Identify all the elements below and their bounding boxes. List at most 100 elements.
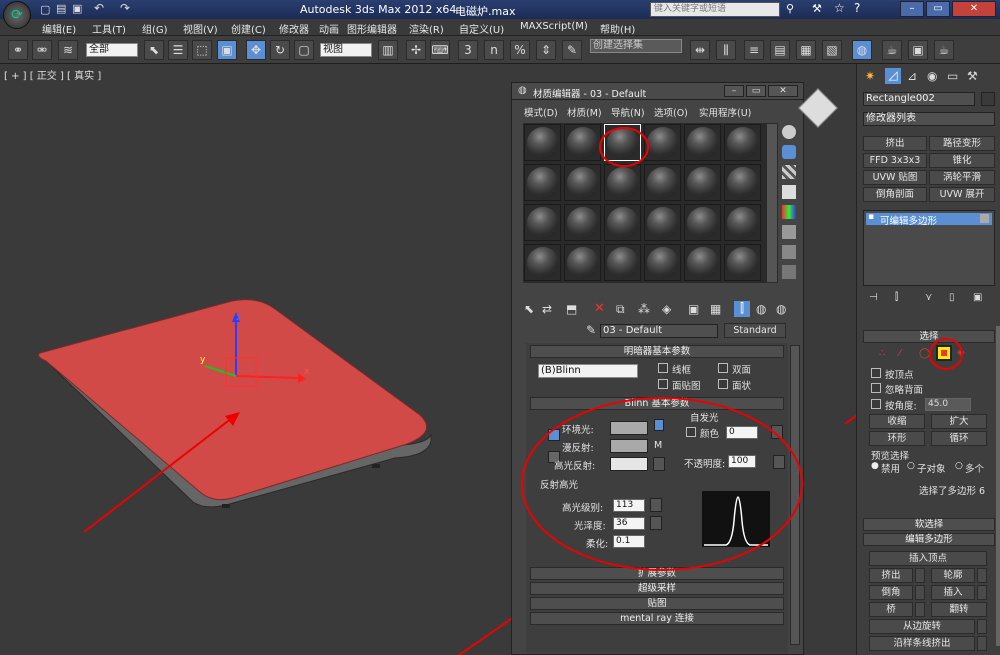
search-input[interactable]: 键入关键字或短语: [650, 2, 780, 17]
options-icon[interactable]: [782, 245, 796, 259]
by-angle-checkbox[interactable]: [871, 399, 881, 409]
undo-icon[interactable]: ↶: [94, 1, 104, 15]
ring-button[interactable]: 环形: [869, 431, 925, 446]
move-icon[interactable]: ✥: [246, 40, 266, 60]
put-to-library-icon[interactable]: ◈: [662, 302, 671, 316]
spinner-snap-icon[interactable]: ⇕: [536, 40, 556, 60]
insert-vertex-button[interactable]: 插入顶点: [869, 551, 987, 566]
sample-slot[interactable]: [644, 204, 681, 241]
sample-type-icon[interactable]: [782, 125, 796, 139]
sample-slot[interactable]: [724, 244, 761, 281]
quick-new-icon[interactable]: ▢: [40, 3, 50, 16]
preview-multi-radio[interactable]: ○: [955, 461, 963, 471]
modifier-uvw-map-button[interactable]: UVW 贴图: [863, 170, 927, 185]
remove-modifier-icon[interactable]: ▯: [949, 292, 955, 303]
modifier-bevel-profile-button[interactable]: 倒角剖面: [863, 187, 927, 202]
snap-toggle-icon[interactable]: 3: [458, 40, 478, 60]
preview-off-radio[interactable]: ●: [871, 461, 879, 471]
reset-map-icon[interactable]: ✕: [594, 301, 605, 316]
assign-to-selection-icon[interactable]: ⬒: [566, 302, 577, 316]
maps-rollout[interactable]: 贴图: [530, 597, 784, 610]
menu-edit[interactable]: 编辑(E): [42, 21, 76, 36]
link-icon[interactable]: ⚭: [8, 40, 28, 60]
selection-filter-dropdown[interactable]: 全部: [86, 43, 138, 57]
select-object-icon[interactable]: ⬉: [144, 40, 164, 60]
percent-snap-icon[interactable]: %: [510, 40, 530, 60]
sample-slot[interactable]: [604, 244, 641, 281]
render-production-icon[interactable]: ☕: [934, 40, 954, 60]
bind-spacewarp-icon[interactable]: ≋: [58, 40, 78, 60]
edit-named-sel-icon[interactable]: ✎: [562, 40, 582, 60]
sample-slot[interactable]: [724, 124, 761, 161]
rotate-icon[interactable]: ↻: [270, 40, 290, 60]
align-icon[interactable]: ⫼: [716, 40, 736, 60]
material-name-field[interactable]: 03 - Default: [600, 324, 718, 338]
extrude-along-spline-button[interactable]: 沿样条线挤出: [869, 636, 975, 651]
shader-type-dropdown[interactable]: (B)Blinn: [538, 364, 638, 378]
command-panel-scrollbar[interactable]: [996, 326, 1000, 646]
shrink-button[interactable]: 收缩: [869, 414, 925, 429]
face-map-checkbox[interactable]: [658, 379, 668, 389]
sample-slot[interactable]: [724, 164, 761, 201]
vertex-mode-icon[interactable]: ∴: [879, 348, 885, 359]
menu-views[interactable]: 视图(V): [183, 21, 218, 36]
material-editor-window[interactable]: ◍ 材质编辑器 - 03 - Default – ▭ ✕ 模式(D) 材质(M)…: [511, 82, 804, 655]
copy-material-icon[interactable]: ⧉: [616, 302, 625, 317]
sample-slot[interactable]: [684, 164, 721, 201]
select-by-name-icon[interactable]: ☰: [168, 40, 188, 60]
mental-ray-connection-rollout[interactable]: mental ray 连接: [530, 612, 784, 625]
menu-modifiers[interactable]: 修改器: [279, 21, 309, 36]
backlight-icon[interactable]: [782, 145, 796, 159]
hinge-from-edge-button[interactable]: 从边旋转: [869, 619, 975, 634]
object-name-field[interactable]: Rectangle002: [863, 92, 975, 106]
modifier-extrude-button[interactable]: 挤出: [863, 136, 927, 151]
help-icon[interactable]: ?: [854, 1, 860, 15]
faceted-checkbox[interactable]: [718, 379, 728, 389]
schematic-view-icon[interactable]: ▧: [822, 40, 842, 60]
me-menu-options[interactable]: 选项(O): [654, 105, 688, 119]
video-color-icon[interactable]: [782, 205, 796, 219]
sample-slot[interactable]: [724, 204, 761, 241]
inset-settings-button[interactable]: [977, 585, 987, 600]
unlink-icon[interactable]: ⚮: [32, 40, 52, 60]
pivot-icon[interactable]: ▥: [378, 40, 398, 60]
sample-slot[interactable]: [524, 204, 561, 241]
pick-material-icon[interactable]: ✎: [586, 323, 596, 337]
hinge-settings-button[interactable]: [977, 619, 987, 634]
binoculars-icon[interactable]: ⚲: [786, 2, 794, 15]
material-editor-icon[interactable]: ◍: [852, 40, 872, 60]
shader-basic-rollout[interactable]: 明暗器基本参数: [530, 345, 784, 358]
extrude-button[interactable]: 挤出: [869, 568, 913, 583]
preview-subobject-radio[interactable]: ○: [907, 461, 915, 471]
sample-slot[interactable]: [564, 244, 601, 281]
make-preview-icon[interactable]: [782, 225, 796, 239]
extrude-settings-button[interactable]: [915, 568, 925, 583]
put-to-scene-icon[interactable]: ⇄: [542, 302, 552, 316]
angle-snap-icon[interactable]: n: [484, 40, 504, 60]
redo-icon[interactable]: ↷: [120, 1, 130, 15]
inset-button[interactable]: 插入: [931, 585, 975, 600]
me-menu-navigation[interactable]: 导航(N): [611, 105, 645, 119]
extrude-spline-settings-button[interactable]: [977, 636, 987, 651]
modifier-path-deform-button[interactable]: 路径变形: [929, 136, 995, 151]
material-id-icon[interactable]: ▣: [688, 302, 699, 316]
sample-slot[interactable]: [684, 244, 721, 281]
scale-icon[interactable]: ▢: [294, 40, 314, 60]
stack-item-toggle[interactable]: [980, 214, 989, 223]
grow-button[interactable]: 扩大: [931, 414, 987, 429]
close-button[interactable]: ✕: [952, 1, 996, 17]
utilities-tab-icon[interactable]: ⚒: [967, 69, 978, 83]
modifier-list-dropdown[interactable]: 修改器列表: [863, 112, 995, 126]
bridge-button[interactable]: 桥: [869, 602, 913, 617]
menu-graph-editors[interactable]: 图形编辑器: [347, 21, 397, 36]
display-tab-icon[interactable]: ▭: [947, 69, 958, 83]
sample-slot-scrollbar[interactable]: [766, 123, 778, 283]
modify-tab-icon[interactable]: ◿: [885, 68, 901, 84]
outline-button[interactable]: 轮廓: [931, 568, 975, 583]
loop-button[interactable]: 循环: [931, 431, 987, 446]
menu-customize[interactable]: 自定义(U): [459, 21, 504, 36]
make-unique-stack-icon[interactable]: ⋎: [925, 292, 932, 303]
select-by-material-icon[interactable]: [782, 265, 796, 279]
named-selection-dropdown[interactable]: 创建选择集: [590, 39, 682, 53]
flip-button[interactable]: 翻转: [931, 602, 987, 617]
